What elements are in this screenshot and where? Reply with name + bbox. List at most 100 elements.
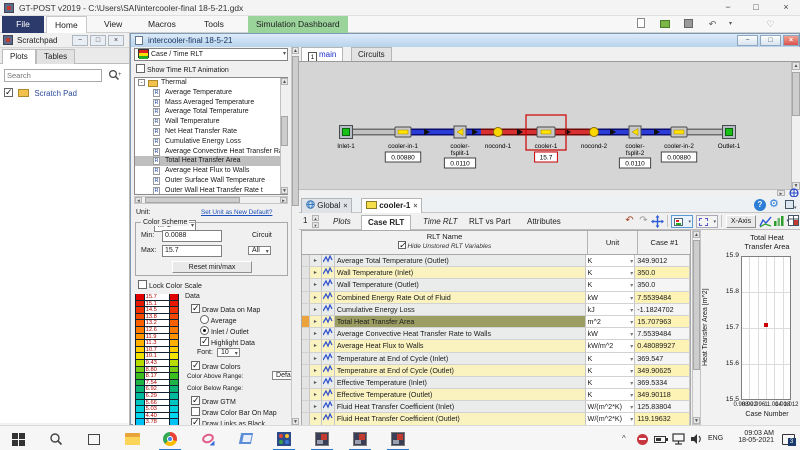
show-animation-checkbox[interactable]: Show Time RLT Animation [136,64,229,74]
gt-window-icon[interactable] [310,430,334,450]
unit-select-cell[interactable]: K [585,364,636,377]
tree-item[interactable]: R Total Heat Transfer Area [135,156,287,167]
plot-variable-icon[interactable] [321,401,335,414]
close-tab-icon[interactable]: × [413,203,417,210]
draw-gtm-checkbox[interactable]: Draw GTM [191,395,236,406]
table-options-icon[interactable] [788,215,800,228]
tray-status-icon[interactable] [634,430,650,448]
rlt-tree[interactable]: - Thermal R Average Temperature R Mass Averag… [134,77,288,195]
tab-file[interactable]: File [2,16,44,33]
tab-tools[interactable]: Tools [196,16,232,33]
plot-variable-icon[interactable] [321,303,335,316]
tab-main[interactable]: 1 main [301,47,344,62]
plot-variable-icon[interactable] [321,291,335,304]
design-app-icon[interactable] [196,430,220,448]
clock[interactable]: 09:03 AM 18-05-2021 [734,430,774,444]
plot-variable-icon[interactable] [321,352,335,365]
tab-macros[interactable]: Macros [140,16,184,33]
expand-row-icon[interactable]: ▸ [309,413,322,426]
case-value-cell[interactable]: 125.83804 [635,401,690,414]
rlt-name-cell[interactable]: Wall Temperature (Outlet) [334,279,586,292]
tab-case-rlt[interactable]: Case RLT [361,215,412,230]
data-point[interactable] [764,323,768,328]
scroll-right-icon[interactable]: ► [777,190,785,196]
expand-row-icon[interactable]: ▸ [309,364,322,377]
unit-header[interactable]: Unit [587,231,637,255]
model-map-canvas[interactable]: Inlet-1 cooler-in-1 0.00880 cooler-fsplit-1… [299,61,800,190]
scroll-down-icon[interactable]: ▼ [281,187,288,194]
expand-row-icon[interactable]: ▸ [309,376,322,390]
tree-item[interactable]: R Mass Averaged Temperature [135,98,287,108]
unit-select-cell[interactable]: K [585,389,636,402]
start-button-icon[interactable] [6,430,30,448]
circuit-diagram[interactable]: Inlet-1 cooler-in-1 0.00880 cooler-fsplit-1… [305,110,775,192]
table-row[interactable]: ▸ Temperature at End of Cycle (Outlet)K34… [302,364,690,377]
battery-icon[interactable] [652,430,668,448]
table-row[interactable]: ▸ Temperature at End of Cycle (Inlet)K369… [302,352,690,365]
tab-plots[interactable]: Plots [2,49,36,64]
rlt-name-cell[interactable]: Cumulative Energy Loss [334,303,586,316]
expand-row-icon[interactable]: ▸ [309,255,322,268]
settings-gear-icon[interactable]: ⚙ [769,197,779,210]
expand-row-icon[interactable]: ▸ [309,401,322,414]
case-value-cell[interactable]: -1.1824702 [635,303,690,316]
tab-circuits[interactable]: Circuits [351,47,392,61]
case-value-cell[interactable]: 7.5539484 [635,328,690,341]
gt-window-icon[interactable] [348,430,372,450]
collapse-ribbon-icon[interactable]: ♡ [764,18,777,30]
quick-access-dropdown-icon[interactable]: ▾ [724,18,737,30]
case-header[interactable]: Case #1 [637,231,691,255]
task-view-icon[interactable] [82,430,106,448]
help-icon[interactable]: ? [754,199,766,211]
case-value-cell[interactable]: 119.19632 [635,413,690,426]
search-icon[interactable]: + [108,69,122,82]
table-row[interactable]: ▸ Wall Temperature (Inlet)K350.0 [302,267,690,280]
hide-unstored-checkbox[interactable]: Hide Unstored RLT Variables [302,240,587,251]
plot-variable-icon[interactable] [321,279,335,292]
rlt-name-cell[interactable]: Average Total Temperature (Outlet) [334,255,586,268]
table-row[interactable]: ▸ Average Total Temperature (Outlet)K349.… [302,255,690,268]
unit-select-cell[interactable]: W/(m^2*K) [585,413,636,426]
average-radio[interactable]: Average [200,315,237,325]
case-value-cell[interactable]: 349.90625 [635,364,690,377]
zoom-tool-button[interactable]: ▾ [696,215,718,228]
undo-icon[interactable]: ↶ [623,215,636,228]
column-scrollbar[interactable]: ▲ ▼ [291,47,299,425]
canvas-h-scrollbar[interactable]: ► [299,188,800,198]
rlt-name-cell[interactable]: Fluid Heat Transfer Coefficient (Inlet) [334,401,586,414]
rlt-name-cell[interactable]: Average Convective Heat Transfer Rate to… [334,328,586,341]
unit-select-cell[interactable]: K [585,255,636,268]
expand-row-icon[interactable]: ▸ [309,279,322,292]
scroll-up-icon[interactable]: ▲ [693,231,700,238]
table-row[interactable]: ▸ Average Heat Flux to WallskW/m^20.48089… [302,340,690,353]
close-icon[interactable]: × [774,0,798,15]
tab-time-rlt[interactable]: Time RLT [417,215,463,230]
gt-window-icon[interactable] [386,430,410,450]
unit-select-cell[interactable]: kW [585,328,636,341]
language-indicator[interactable]: ENG [708,435,723,442]
case-value-cell[interactable]: 7.5539484 [635,291,690,304]
unit-select-cell[interactable]: kJ [585,303,636,316]
tab-simulation-dashboard[interactable]: Simulation Dashboard [248,16,348,33]
case-value-cell[interactable]: 349.9012 [635,255,690,268]
tree-scrollbar[interactable]: ▲ ▼ [280,78,288,194]
network-icon[interactable] [670,430,686,448]
tab-view[interactable]: View [96,16,130,33]
unit-select-cell[interactable]: m^2 [585,315,636,329]
tree-item[interactable]: R Outer Surface Wall Temperature [135,176,287,186]
rlt-name-cell[interactable]: Temperature at End of Cycle (Inlet) [334,352,586,365]
highlight-data-checkbox[interactable]: Highlight Data [200,336,255,347]
plot-variable-icon[interactable] [321,267,335,280]
expand-row-icon[interactable]: ▸ [309,303,322,316]
file-explorer-icon[interactable] [120,430,144,448]
reset-minmax-button[interactable]: Reset min/max [172,261,252,273]
unit-select-cell[interactable]: K [585,267,636,280]
scroll-up-icon[interactable]: ▲ [292,47,299,54]
tab-tables[interactable]: Tables [36,49,76,64]
table-row[interactable]: ▸ Fluid Heat Transfer Coefficient (Outlet… [302,413,690,426]
x-axis-button[interactable]: X-Axis [726,215,756,228]
unit-select-cell[interactable]: W/(m^2*K) [585,401,636,414]
case-value-cell[interactable]: 0.48089927 [635,340,690,353]
expand-row-icon[interactable]: ▸ [309,291,322,304]
search-input[interactable] [4,69,102,82]
